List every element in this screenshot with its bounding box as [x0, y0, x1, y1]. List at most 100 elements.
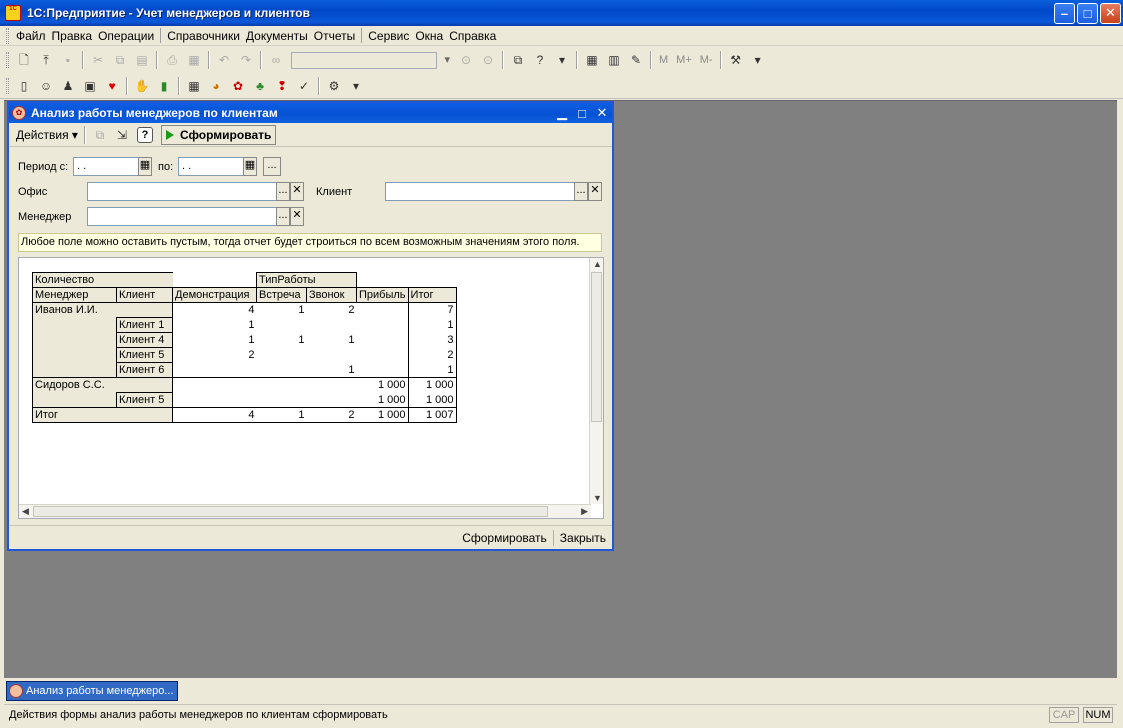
wizard-icon[interactable]: ✎: [628, 52, 644, 68]
marker-icon[interactable]: ❢: [274, 78, 290, 94]
open-icon[interactable]: ⤒: [38, 52, 54, 68]
office-select-button[interactable]: ...: [276, 182, 290, 201]
manager-input[interactable]: [87, 207, 277, 226]
actions-menu-button[interactable]: Действия ▾: [13, 128, 81, 142]
find-next-icon[interactable]: ⊙: [458, 52, 474, 68]
horizontal-scrollbar[interactable]: ◀ ▶: [19, 504, 591, 518]
table-row[interactable]: Клиент 5 1 000 1 000: [32, 392, 461, 408]
pie-chart-icon[interactable]: ◕: [208, 78, 224, 94]
table-row[interactable]: Сидоров С.С. 1 000 1 000: [32, 377, 461, 393]
redo-icon[interactable]: ↷: [238, 52, 254, 68]
taskbar-item-report[interactable]: Анализ работы менеджеро...: [6, 681, 178, 701]
client-clear-icon[interactable]: ✕: [588, 182, 602, 201]
print-icon[interactable]: ⎙: [164, 52, 180, 68]
find-icon[interactable]: ∞: [268, 52, 284, 68]
client-input[interactable]: [385, 182, 575, 201]
calculator-icon[interactable]: ▦: [584, 52, 600, 68]
managers-icon[interactable]: ♟: [60, 78, 76, 94]
period-select-button[interactable]: ...: [263, 157, 281, 176]
menu-windows[interactable]: Окна: [412, 29, 446, 43]
table-row[interactable]: Клиент 6 1 1: [32, 362, 461, 378]
bottom-generate-button[interactable]: Сформировать: [462, 531, 547, 545]
save-icon[interactable]: ▪: [60, 52, 76, 68]
menu-documents[interactable]: Документы: [243, 29, 311, 43]
paste-icon[interactable]: ▤: [134, 52, 150, 68]
structure-icon[interactable]: ♣: [252, 78, 268, 94]
scroll-left-icon[interactable]: ◀: [22, 506, 29, 517]
user-icon[interactable]: ☺: [38, 78, 54, 94]
catalog-icon[interactable]: ▣: [82, 78, 98, 94]
manager-select-button[interactable]: ...: [276, 207, 290, 226]
cell-call: 2: [306, 302, 357, 318]
period-from-input[interactable]: . .: [73, 157, 139, 176]
menu-grip[interactable]: [6, 27, 9, 44]
form-close-button[interactable]: ✕: [592, 105, 612, 121]
memory-plus-button[interactable]: M+: [676, 54, 692, 66]
dropdown-arrow-icon[interactable]: ▾: [750, 52, 766, 68]
form-minimize-button[interactable]: ▁: [552, 105, 572, 121]
cut-icon[interactable]: ✂: [90, 52, 106, 68]
heart-icon[interactable]: ♥: [104, 78, 120, 94]
tools-icon[interactable]: ⚒: [728, 52, 744, 68]
check-list-icon[interactable]: ✓: [296, 78, 312, 94]
find-prev-icon[interactable]: ⊙: [480, 52, 496, 68]
scroll-down-icon[interactable]: ▼: [593, 493, 602, 503]
windows-icon[interactable]: ⧉: [510, 52, 526, 68]
table-row[interactable]: Клиент 1 1 1: [32, 317, 461, 333]
table-row[interactable]: Итог 4 1 2 1 000 1 007: [32, 407, 461, 423]
form-maximize-button[interactable]: □: [572, 106, 592, 121]
table-report-icon[interactable]: ▦: [186, 78, 202, 94]
vertical-scroll-thumb[interactable]: [591, 272, 602, 422]
toolbar-grip[interactable]: [6, 77, 9, 94]
dropdown-arrow-icon[interactable]: ▾: [554, 52, 570, 68]
menu-operations[interactable]: Операции: [95, 29, 157, 43]
maximize-button[interactable]: □: [1077, 2, 1098, 24]
memory-minus-button[interactable]: M-: [700, 54, 713, 66]
minimize-button[interactable]: –: [1054, 2, 1075, 24]
office-input[interactable]: [87, 182, 277, 201]
vertical-scrollbar[interactable]: ▲ ▼: [589, 258, 603, 504]
scroll-right-icon[interactable]: ▶: [581, 506, 588, 517]
menu-edit[interactable]: Правка: [49, 29, 96, 43]
bottom-close-button[interactable]: Закрыть: [560, 531, 606, 545]
form-title-bar[interactable]: ✿ Анализ работы менеджеров по клиентам ▁…: [9, 103, 612, 123]
help-1c-icon[interactable]: ?: [532, 52, 548, 68]
memory-button[interactable]: M: [659, 54, 668, 66]
client-select-button[interactable]: ...: [574, 182, 588, 201]
table-row[interactable]: Клиент 4 1 1 1 3: [32, 332, 461, 348]
notepad-icon[interactable]: ▯: [16, 78, 32, 94]
copy-icon[interactable]: ⧉: [112, 52, 128, 68]
manager-clear-icon[interactable]: ✕: [290, 207, 304, 226]
table-row[interactable]: Клиент 5 2 2: [32, 347, 461, 363]
horizontal-scroll-thumb[interactable]: [33, 506, 548, 517]
journal-icon[interactable]: ▮: [156, 78, 172, 94]
search-combo[interactable]: [291, 51, 450, 69]
new-document-icon[interactable]: 🗋: [16, 52, 32, 68]
settings-icon[interactable]: ⚙: [326, 78, 342, 94]
calendar-icon[interactable]: ▦: [243, 157, 257, 176]
undo-icon[interactable]: ↶: [216, 52, 232, 68]
main-title-bar[interactable]: 1C 1С:Предприятие - Учет менеджеров и кл…: [0, 0, 1123, 26]
load-settings-icon[interactable]: ⇲: [114, 127, 130, 143]
menu-service[interactable]: Сервис: [365, 29, 412, 43]
calendar-icon[interactable]: ▦: [138, 157, 152, 176]
scroll-up-icon[interactable]: ▲: [593, 259, 602, 269]
analysis-icon[interactable]: ✿: [230, 78, 246, 94]
handshake-icon[interactable]: ✋: [134, 78, 150, 94]
generate-button[interactable]: Сформировать: [160, 124, 277, 145]
preview-icon[interactable]: ▦: [186, 52, 202, 68]
copy-icon[interactable]: ⧉: [92, 127, 108, 143]
menu-reports[interactable]: Отчеты: [311, 29, 358, 43]
period-to-input[interactable]: . .: [178, 157, 244, 176]
menu-catalogs[interactable]: Справочники: [164, 29, 243, 43]
close-button[interactable]: ✕: [1100, 2, 1121, 24]
report-spreadsheet[interactable]: Количество ТипРаботы Менеджер Клиент Дем…: [18, 257, 604, 519]
calendar-icon[interactable]: ▥: [606, 52, 622, 68]
help-button[interactable]: ?: [136, 126, 153, 143]
table-row[interactable]: Иванов И.И. 4 1 2 7: [32, 302, 461, 318]
office-clear-icon[interactable]: ✕: [290, 182, 304, 201]
dropdown-arrow-icon[interactable]: ▾: [348, 78, 364, 94]
menu-file[interactable]: Файл: [13, 29, 49, 43]
toolbar-grip[interactable]: [6, 52, 9, 68]
menu-help[interactable]: Справка: [446, 29, 499, 43]
